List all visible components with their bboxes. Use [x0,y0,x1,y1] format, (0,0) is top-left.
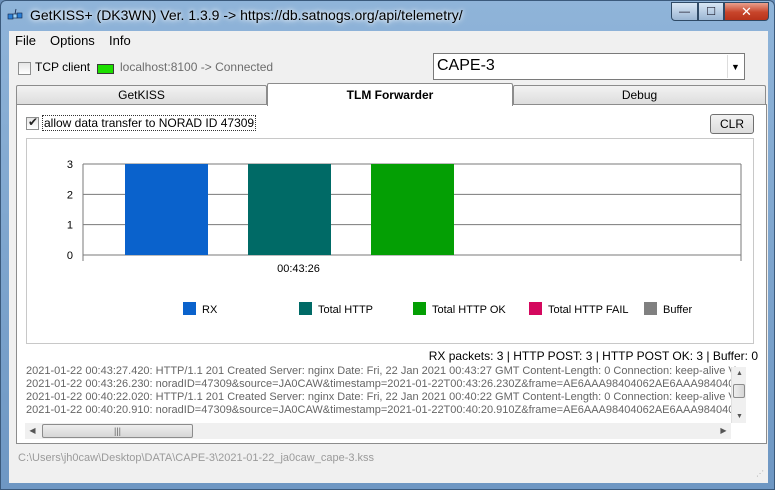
chart-svg: 0 1 2 3 00:43:26 RX Total HTTP Total HTTP OK Tot… [67,159,742,316]
tlm-forwarder-page: ✔ allow data transfer to NORAD ID 47309 … [16,104,767,444]
horizontal-scroll-thumb[interactable]: ||| [42,424,193,438]
y-tick-label: 1 [67,220,73,232]
log-line[interactable]: 2021-01-22 00:43:27.420: HTTP/1.1 201 Cr… [26,365,737,377]
legend-label: Total HTTP OK [432,304,506,316]
log-vertical-scrollbar[interactable]: ▲ ▼ [731,367,746,423]
tcp-client-checkbox[interactable] [18,62,31,75]
title-bar[interactable]: GetKISS+ (DK3WN) Ver. 1.3.9 -> https://d… [1,1,774,31]
log-line[interactable]: 2021-01-22 00:40:22.020: HTTP/1.1 201 Cr… [26,391,737,403]
tab-tlm-forwarder[interactable]: TLM Forwarder [267,83,513,106]
legend-swatch [529,302,542,315]
minimize-button[interactable]: — [671,2,698,21]
menu-file[interactable]: File [15,33,36,48]
check-icon: ✔ [28,115,39,129]
menu-info[interactable]: Info [109,33,131,48]
clr-button[interactable]: CLR [710,114,754,134]
log-line[interactable]: 2021-01-22 00:43:26.230: noradID=47309&s… [26,378,737,390]
log-line[interactable]: 2021-01-22 00:40:20.910: noradID=47309&s… [26,404,737,416]
y-tick-label: 3 [67,159,73,171]
client-area: File Options Info TCP client localhost:8… [9,31,768,483]
scroll-right-icon[interactable]: ▶ [716,423,731,439]
telemetry-chart: 0 1 2 3 00:43:26 RX Total HTTP Total HTTP OK Tot… [26,138,754,344]
legend-swatch [299,302,312,315]
y-tick-label: 0 [67,250,73,262]
legend-swatch [183,302,196,315]
allow-transfer-label[interactable]: allow data transfer to NORAD ID 47309 [42,115,257,131]
allow-transfer-checkbox[interactable]: ✔ [26,115,39,130]
tcp-client-label[interactable]: TCP client [35,60,90,74]
legend-label: Total HTTP [318,304,373,316]
log-list: 2021-01-22 00:43:27.420: HTTP/1.1 201 Cr… [24,365,753,423]
legend-swatch [644,302,657,315]
satellite-app-icon [7,8,23,20]
tab-getkiss[interactable]: GetKISS [16,85,267,105]
close-button[interactable]: ✕ [724,2,769,21]
app-window: GetKISS+ (DK3WN) Ver. 1.3.9 -> https://d… [0,0,775,490]
scroll-up-icon[interactable]: ▲ [732,367,747,380]
close-icon: ✕ [741,3,752,19]
legend-label: Total HTTP FAIL [548,304,629,316]
legend-label: Buffer [663,304,692,316]
connection-led-icon [97,64,114,74]
bar-total-http [248,164,331,255]
scroll-left-icon[interactable]: ◀ [25,423,40,439]
legend-swatch [413,302,426,315]
log-horizontal-scrollbar[interactable]: ◀ ||| ▶ [25,423,731,439]
file-path: C:\Users\jh0caw\Desktop\DATA\CAPE-3\2021… [18,452,375,464]
dropdown-arrow-icon[interactable]: ▼ [727,55,743,78]
legend-label: RX [202,304,218,316]
scroll-down-icon[interactable]: ▼ [732,410,747,423]
bar-rx [125,164,208,255]
tab-debug[interactable]: Debug [513,85,766,105]
satellite-select[interactable]: CAPE-3 ▼ [433,53,745,80]
resize-grip-icon[interactable]: ⋰ [756,469,766,479]
maximize-icon: ☐ [706,6,716,18]
menu-bar: File Options Info [9,31,768,51]
satellite-select-value: CAPE-3 [437,57,495,74]
status-bar: C:\Users\jh0caw\Desktop\DATA\CAPE-3\2021… [9,449,768,483]
bar-total-http-ok [371,164,454,255]
minimize-icon: — [679,5,690,18]
x-tick-label: 00:43:26 [277,263,320,275]
window-title: GetKISS+ (DK3WN) Ver. 1.3.9 -> https://d… [30,7,463,23]
y-tick-label: 2 [67,189,73,201]
vertical-scroll-thumb[interactable] [733,384,745,398]
connection-row: TCP client localhost:8100 -> Connected C… [9,53,768,83]
connection-status: localhost:8100 -> Connected [120,60,274,74]
packet-counters: RX packets: 3 | HTTP POST: 3 | HTTP POST… [428,349,758,363]
maximize-button[interactable]: ☐ [698,2,724,21]
menu-options[interactable]: Options [50,33,95,48]
tab-strip: GetKISS TLM Forwarder Debug [16,83,766,106]
